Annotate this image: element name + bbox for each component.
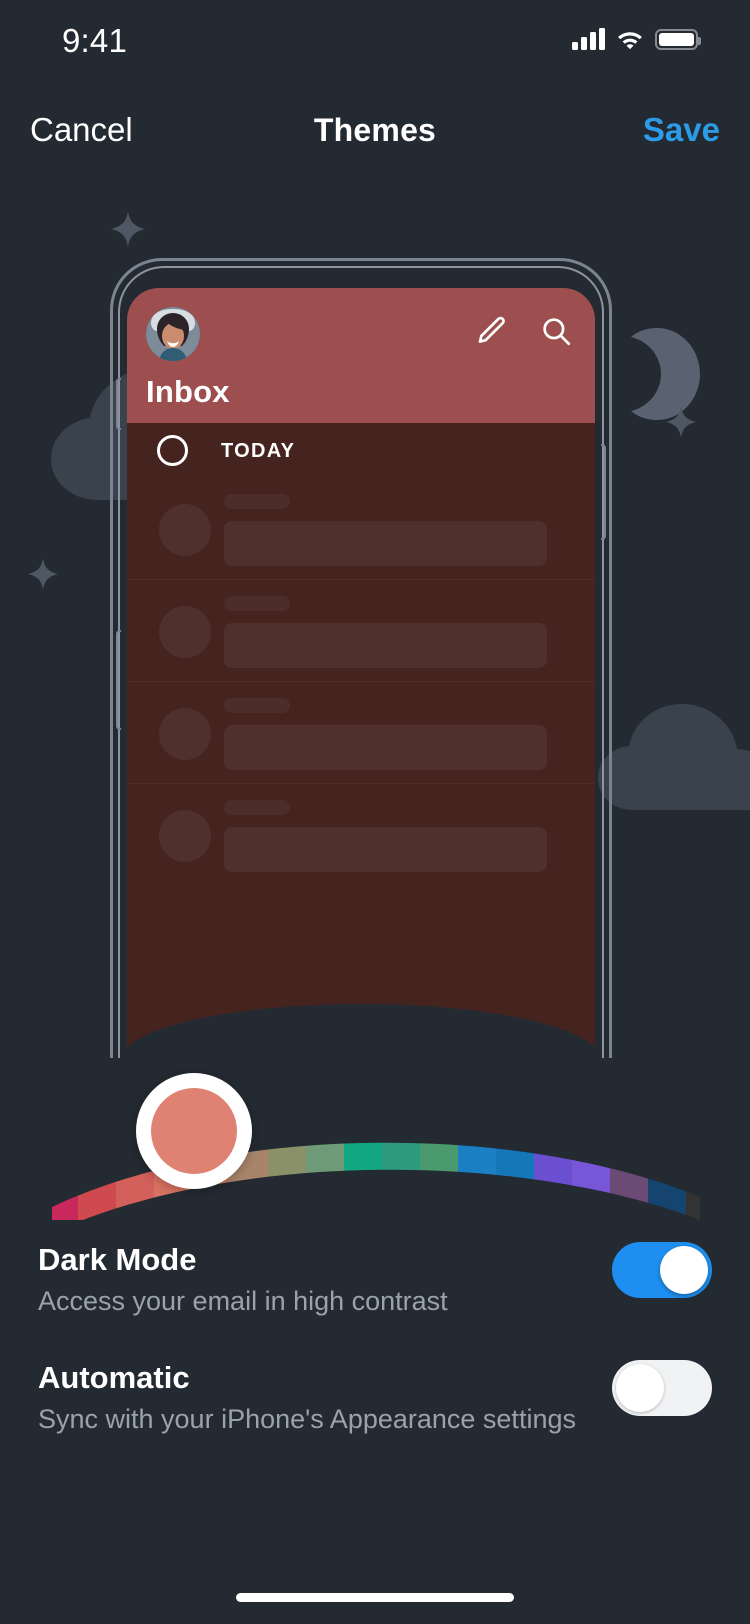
home-indicator[interactable] <box>236 1593 514 1602</box>
preview-header-actions <box>475 314 573 353</box>
list-item[interactable] <box>127 479 595 580</box>
theme-preview-phone: Inbox TODAY <box>110 258 612 1058</box>
wifi-icon <box>616 28 644 50</box>
preview-screen: Inbox TODAY <box>127 288 595 1058</box>
color-picker-thumb[interactable] <box>136 1073 252 1189</box>
preview-header: Inbox <box>127 288 595 423</box>
status-bar: 9:41 <box>0 0 750 86</box>
automatic-toggle[interactable] <box>612 1360 712 1416</box>
list-item[interactable] <box>127 683 595 784</box>
dark-mode-toggle[interactable] <box>612 1242 712 1298</box>
screen-bottom-mask <box>127 1004 595 1058</box>
list-item[interactable] <box>127 785 595 886</box>
list-item-body-placeholder <box>224 827 547 872</box>
avatar <box>146 307 200 361</box>
setting-title: Dark Mode <box>38 1242 197 1277</box>
toggle-knob <box>616 1364 664 1412</box>
list-item-avatar <box>159 810 211 862</box>
sparkle-icon <box>28 558 58 590</box>
status-bar-time: 9:41 <box>62 22 128 59</box>
preview-section-today: TODAY <box>127 423 595 479</box>
list-item-sender-placeholder <box>224 800 290 815</box>
themes-screen: 9:41 Cancel Themes Save Inbox TODAY Dark… <box>0 0 750 1624</box>
preview-inbox-title: Inbox <box>146 374 230 409</box>
toggle-knob <box>660 1246 708 1294</box>
list-item-avatar <box>159 708 211 760</box>
cellular-signal-icon <box>572 28 605 50</box>
list-item-body-placeholder <box>224 623 547 668</box>
list-item[interactable] <box>127 581 595 682</box>
sparkle-icon <box>111 211 145 247</box>
search-icon[interactable] <box>539 314 573 353</box>
phone-side-button <box>116 378 121 430</box>
list-item-body-placeholder <box>224 725 547 770</box>
sparkle-icon <box>666 406 696 438</box>
selected-color-swatch <box>151 1088 237 1174</box>
section-label: TODAY <box>221 440 296 462</box>
compose-pencil-icon[interactable] <box>475 314 509 353</box>
select-all-circle-icon[interactable] <box>157 435 188 466</box>
cloud-icon <box>598 704 750 810</box>
status-bar-indicators <box>572 28 701 50</box>
list-item-sender-placeholder <box>224 494 290 509</box>
list-item-sender-placeholder <box>224 698 290 713</box>
phone-power-button <box>601 444 606 540</box>
page-title: Themes <box>313 112 437 148</box>
setting-title: Automatic <box>38 1360 190 1395</box>
moon-icon <box>631 328 700 420</box>
list-item-sender-placeholder <box>224 596 290 611</box>
setting-subtitle: Access your email in high contrast <box>38 1286 448 1316</box>
color-picker-arc[interactable] <box>0 1055 750 1220</box>
navigation-bar: Cancel Themes Save <box>0 100 750 170</box>
list-item-avatar <box>159 504 211 556</box>
setting-row-dark-mode[interactable]: Dark Mode Access your email in high cont… <box>0 1242 750 1342</box>
list-item-avatar <box>159 606 211 658</box>
battery-icon <box>655 28 701 50</box>
setting-subtitle: Sync with your iPhone's Appearance setti… <box>38 1404 576 1434</box>
phone-volume-button <box>116 630 121 730</box>
setting-row-automatic[interactable]: Automatic Sync with your iPhone's Appear… <box>0 1360 750 1460</box>
save-button[interactable]: Save <box>643 111 720 149</box>
list-item-body-placeholder <box>224 521 547 566</box>
